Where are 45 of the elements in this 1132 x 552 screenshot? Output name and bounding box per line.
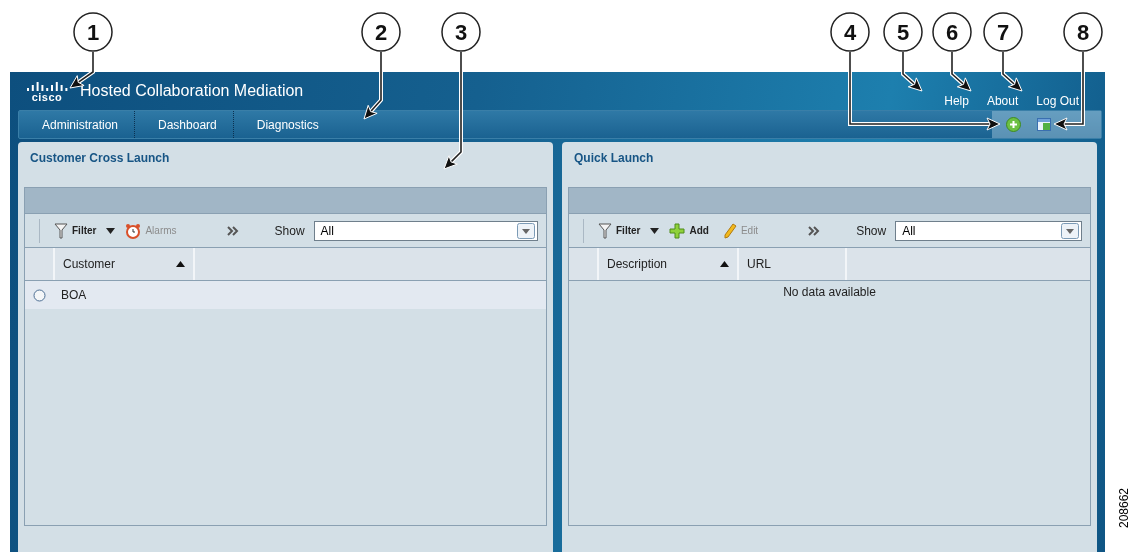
logo: cisco [22, 80, 72, 102]
callout-number: 2 [361, 12, 401, 52]
show-dropdown[interactable]: All [313, 220, 538, 241]
show-label: Show [856, 223, 887, 238]
leader-line [363, 51, 383, 120]
panel-title: Customer Cross Launch [30, 151, 170, 165]
nav-tab[interactable]: Administration [19, 111, 136, 138]
logo-bars-icon [25, 80, 69, 92]
show-dropdown[interactable]: All [895, 220, 1082, 241]
figure-number: 208662 [1117, 488, 1131, 529]
callout-number: 8 [1063, 12, 1103, 52]
alarm-clock-icon [125, 222, 142, 239]
table-row[interactable]: BOA [25, 281, 546, 309]
add-button[interactable]: Add [665, 222, 713, 239]
show-label: Show [274, 223, 305, 238]
radio-button[interactable] [32, 288, 46, 302]
add-circle-icon[interactable] [1006, 117, 1021, 132]
callout-number: 4 [830, 12, 870, 52]
filter-button[interactable]: Filter [594, 222, 645, 239]
panel-title: Quick Launch [574, 151, 654, 165]
callout-number: 5 [883, 12, 923, 52]
callout-number: 7 [983, 12, 1023, 52]
caret-icon[interactable] [650, 227, 660, 234]
filter-icon [54, 222, 68, 239]
more-icon[interactable] [808, 225, 821, 236]
nav-tab[interactable]: Dashboard [135, 111, 234, 138]
more-icon[interactable] [226, 225, 239, 236]
filter-button[interactable]: Filter [50, 222, 101, 239]
callout-number: 3 [441, 12, 481, 52]
layout-icon[interactable] [1037, 118, 1051, 131]
column-header[interactable]: URL [739, 248, 847, 280]
app-title: Hosted Collaboration Mediation [80, 82, 304, 100]
nav-tab[interactable]: Diagnostics [233, 111, 335, 138]
header-link[interactable]: About [986, 94, 1019, 108]
pencil-icon [722, 222, 737, 239]
filter-icon [598, 222, 612, 239]
header-link[interactable]: Help [944, 94, 969, 108]
callout-number: 1 [73, 12, 113, 52]
header-link[interactable]: Log Out [1036, 94, 1079, 108]
plus-icon [669, 222, 686, 239]
table-cell-text: BOA [60, 288, 87, 302]
callout-number: 6 [932, 12, 972, 52]
column-header[interactable]: Description [599, 248, 739, 280]
empty-message: No data available [783, 284, 876, 299]
caret-icon[interactable] [106, 227, 116, 234]
